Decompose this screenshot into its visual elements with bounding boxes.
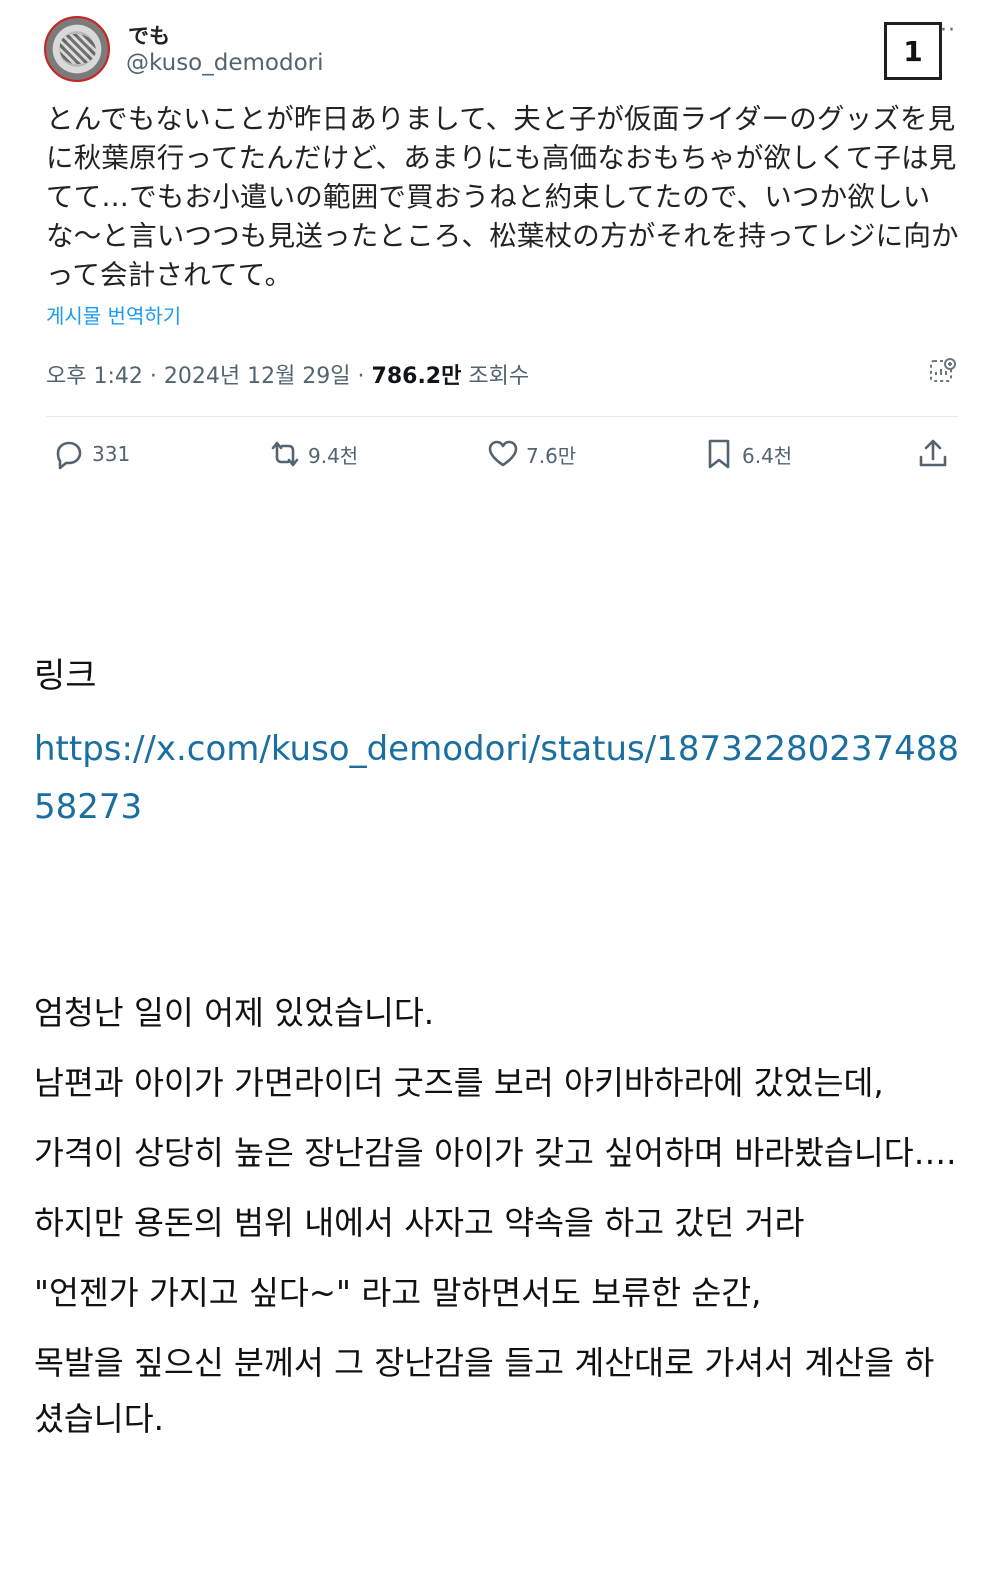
like-button[interactable]: 7.6만: [486, 436, 576, 472]
user-handle[interactable]: @kuso_demodori: [126, 50, 324, 76]
reply-count: 331: [92, 442, 131, 466]
paragraph: 남편과 아이가 가면라이더 굿즈를 보러 아키바하라에 갔었는데,: [34, 1064, 884, 1102]
source-link[interactable]: https://x.com/kuso_demodori/status/18732…: [34, 720, 964, 836]
tweet-actions-bar: 331 9.4천 7.6만 6.4천: [0, 436, 1000, 476]
views-count: 786.2만: [371, 364, 462, 389]
translate-post-link[interactable]: 게시물 번역하기: [46, 300, 181, 329]
views-label: 조회수: [461, 364, 530, 389]
heart-icon: [488, 440, 518, 467]
tweet-text-line: てて…でもお小遣いの範囲で買おうねと約束してたので、いつか欲しい: [46, 181, 931, 213]
display-name[interactable]: でも: [128, 20, 170, 50]
retweet-button[interactable]: 9.4천: [268, 436, 358, 472]
retweet-count: 9.4천: [308, 443, 359, 468]
paragraph: 가격이 상당히 높은 장난감을 아이가 갖고 싶어하며 바라봤습니다….: [34, 1134, 957, 1172]
share-icon: [919, 439, 947, 467]
like-count: 7.6만: [526, 443, 577, 468]
retweet-icon: [271, 441, 299, 467]
bookmark-count: 6.4천: [742, 443, 793, 468]
tweet-text-line: とんでもないことが昨日ありまして、夫と子が仮面ライダーのグッズを見: [46, 103, 956, 135]
tweet-text-line: な〜と言いつつも見送ったところ、松葉杖の方がそれを持ってレジに向か: [46, 220, 959, 252]
avatar[interactable]: [44, 16, 110, 82]
timestamp[interactable]: 오후 1:42 · 2024년 12월 29일 ·: [46, 364, 372, 389]
analytics-icon[interactable]: [928, 356, 958, 386]
paragraph: 하지만 용돈의 범위 내에서 사자고 약속을 하고 갔던 거라: [34, 1204, 805, 1242]
tweet-text: とんでもないことが昨日ありまして、夫と子が仮面ライダーのグッズを見 に秋葉原行っ…: [46, 100, 959, 295]
link-label: 링크: [34, 656, 97, 696]
tweet-text-line: って会計されてて。: [46, 259, 293, 291]
page-number-badge: 1: [884, 22, 942, 80]
divider: [46, 416, 958, 417]
tweet-text-line: に秋葉原行ってたんだけど、あまりにも高価なおもちゃが欲しくて子は見: [46, 142, 957, 174]
paragraph: 목발을 짚으신 분께서 그 장난감을 들고 계산대로 가셔서 계산을 하셨습니다…: [34, 1344, 935, 1438]
paragraph: 엄청난 일이 어제 있었습니다.: [34, 994, 435, 1032]
share-button[interactable]: [916, 436, 950, 472]
tweet-card: でも @kuso_demodori 1 ·· とんでもないことが昨日ありまして、…: [0, 0, 1000, 500]
reply-button[interactable]: 331: [52, 436, 130, 472]
bookmark-icon: [708, 439, 730, 469]
tweet-meta: 오후 1:42 · 2024년 12월 29일 · 786.2만 조회수: [46, 358, 529, 390]
translated-text: 엄청난 일이 어제 있었습니다. 남편과 아이가 가면라이더 굿즈를 보러 아키…: [34, 985, 964, 1461]
reply-icon: [56, 441, 82, 470]
bookmark-button[interactable]: 6.4천: [702, 436, 792, 472]
more-options-icon[interactable]: ··: [940, 18, 956, 43]
paragraph: "언젠가 가지고 싶다~" 라고 말하면서도 보류한 순간,: [34, 1274, 762, 1312]
